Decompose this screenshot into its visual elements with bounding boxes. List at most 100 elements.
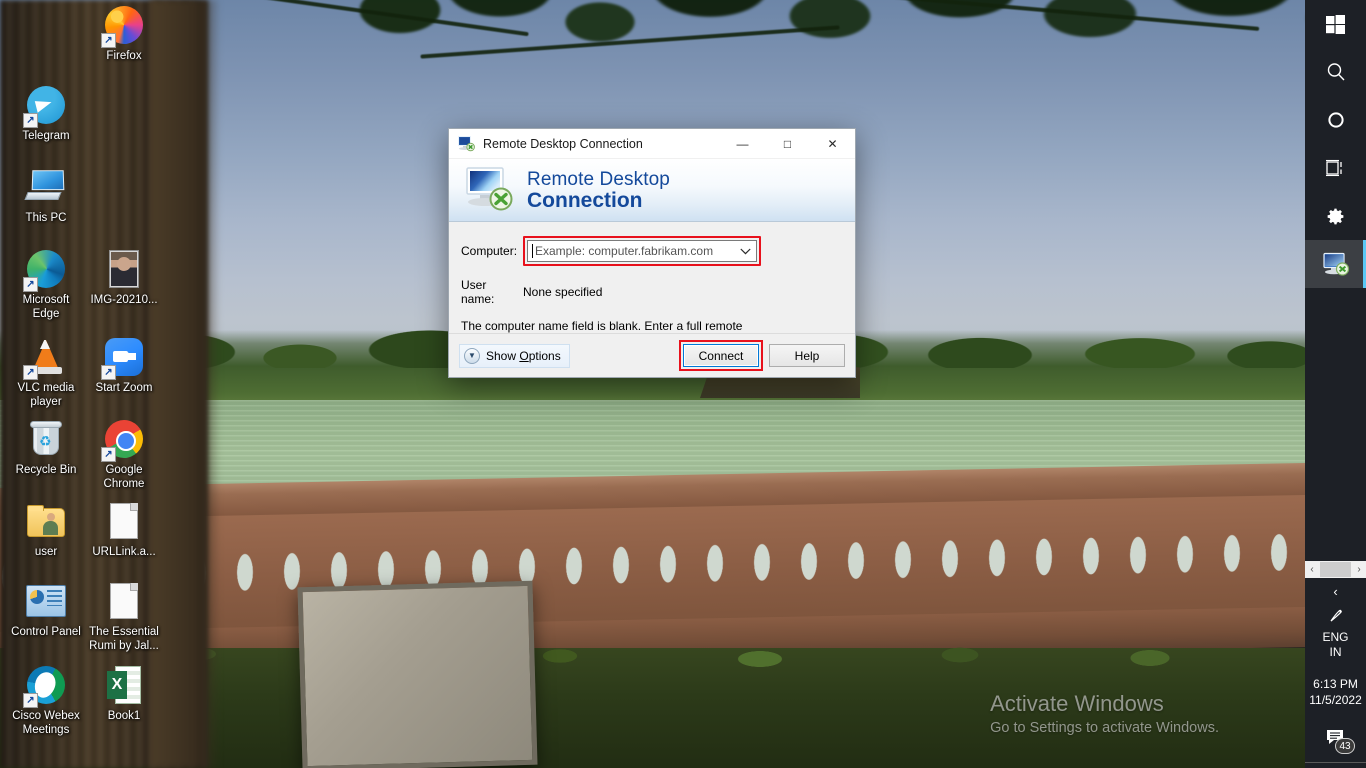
- taskbar-scrollbar[interactable]: ‹ ›: [1305, 561, 1366, 578]
- show-options-button[interactable]: ▼ Show Options: [459, 343, 570, 368]
- windows-logo-icon: [1326, 14, 1345, 34]
- minimize-button[interactable]: —: [720, 129, 765, 159]
- desktop-icon-vlc-media-player[interactable]: VLC media player: [8, 336, 84, 409]
- shortcut-arrow-icon: [101, 365, 116, 380]
- desktop-icon-urllink-a[interactable]: URLLink.a...: [86, 500, 162, 560]
- dialog-footer: ▼ Show Options Connect Help: [449, 333, 855, 377]
- scroll-thumb[interactable]: [1320, 562, 1351, 577]
- username-value: None specified: [523, 285, 603, 299]
- connect-button-highlight: Connect: [679, 340, 763, 371]
- search-button[interactable]: [1305, 48, 1366, 96]
- desktop-icon-label: Control Panel: [11, 626, 81, 638]
- remote-desktop-title-icon: [458, 135, 476, 152]
- desktop[interactable]: Firefox Telegram This PC Microsoft Edge IMG-…: [0, 0, 1305, 768]
- rdc-taskbar-button[interactable]: [1305, 240, 1366, 288]
- clock-time: 6:13 PM: [1313, 677, 1358, 691]
- computer-placeholder-text: Example: computer.fabrikam.com: [535, 244, 714, 258]
- desktop-icon-label: Firefox: [106, 50, 142, 62]
- shortcut-arrow-icon: [23, 113, 38, 128]
- pen-icon[interactable]: [1327, 604, 1345, 628]
- edge-icon: [23, 248, 67, 292]
- dialog-title-bar[interactable]: Remote Desktop Connection — □ ✕: [449, 129, 855, 159]
- action-center-button[interactable]: 43: [1305, 716, 1366, 762]
- firefox-icon: [101, 4, 145, 48]
- desktop-icon-microsoft-edge[interactable]: Microsoft Edge: [8, 248, 84, 321]
- photo-icon: [103, 248, 145, 290]
- desktop-icon-img-20210[interactable]: IMG-20210...: [86, 248, 162, 308]
- connect-button[interactable]: Connect: [683, 344, 759, 367]
- username-label: User name:: [461, 278, 495, 306]
- desktop-icon-label: Start Zoom: [95, 382, 153, 394]
- computer-row: Computer: Example: computer.fabrikam.com: [461, 236, 843, 266]
- webex-icon: [23, 664, 67, 708]
- computer-label: Computer:: [461, 244, 518, 258]
- username-row: User name: None specified: [461, 278, 843, 306]
- remote-desktop-connection-dialog[interactable]: Remote Desktop Connection — □ ✕ Remote D…: [448, 128, 856, 378]
- desktop-icon-recycle-bin[interactable]: ♻ Recycle Bin: [8, 418, 84, 478]
- notification-count-badge: 43: [1335, 738, 1355, 754]
- dialog-header-banner: Remote Desktop Connection: [449, 159, 855, 222]
- maximize-button[interactable]: □: [765, 129, 810, 159]
- dialog-header-line1: Remote Desktop: [527, 168, 670, 190]
- desktop-icon-label: Book1: [107, 710, 141, 722]
- cortana-circle-icon: [1327, 111, 1345, 129]
- scroll-right-arrow[interactable]: ›: [1353, 564, 1365, 575]
- language-line2: IN: [1329, 645, 1342, 659]
- shortcut-arrow-icon: [23, 365, 38, 380]
- desktop-icon-control-panel[interactable]: Control Panel: [8, 580, 84, 640]
- chrome-icon: [101, 418, 145, 462]
- chevron-down-circle-icon: ▼: [464, 347, 480, 364]
- desktop-icon-firefox[interactable]: Firefox: [86, 4, 162, 64]
- desktop-icon-this-pc[interactable]: This PC: [8, 166, 84, 226]
- desktop-icon-label: user: [34, 546, 58, 558]
- desktop-icon-start-zoom[interactable]: Start Zoom: [86, 336, 162, 396]
- scroll-left-arrow[interactable]: ‹: [1306, 564, 1318, 575]
- desktop-icon-google-chrome[interactable]: Google Chrome: [86, 418, 162, 491]
- desktop-icon-label: This PC: [25, 212, 67, 224]
- dialog-body: Computer: Example: computer.fabrikam.com…: [449, 222, 855, 350]
- desktop-icon-book1[interactable]: X Book1: [86, 664, 162, 724]
- chevron-down-icon[interactable]: [738, 244, 752, 258]
- desktop-icon-label: Recycle Bin: [15, 464, 77, 476]
- shortcut-arrow-icon: [23, 693, 38, 708]
- telegram-icon: [23, 84, 67, 128]
- start-button[interactable]: [1305, 0, 1366, 48]
- help-button[interactable]: Help: [769, 344, 845, 367]
- desktop-icon-label: Telegram: [22, 130, 70, 142]
- clock[interactable]: 6:13 PM 11/5/2022: [1305, 666, 1366, 716]
- desktop-icon-the-essential-rumi-by-jal[interactable]: The Essential Rumi by Jal...: [86, 580, 162, 653]
- desktop-icon-telegram[interactable]: Telegram: [8, 84, 84, 144]
- desktop-icon-label: IMG-20210...: [90, 294, 158, 306]
- shortcut-arrow-icon: [23, 277, 38, 292]
- recycle-icon: ♻: [25, 418, 67, 460]
- desktop-icon-label: The Essential Rumi by Jal...: [89, 626, 159, 652]
- vlc-icon: [23, 336, 67, 380]
- show-desktop-button[interactable]: [1305, 762, 1366, 768]
- clock-date: 11/5/2022: [1309, 693, 1362, 707]
- computer-input[interactable]: Example: computer.fabrikam.com: [527, 240, 757, 262]
- cpanel-icon: [25, 580, 67, 622]
- computer-field-highlight: Example: computer.fabrikam.com: [523, 236, 761, 266]
- cortana-button[interactable]: [1305, 96, 1366, 144]
- settings-button[interactable]: [1305, 192, 1366, 240]
- shortcut-arrow-icon: [101, 447, 116, 462]
- show-hidden-icons-button[interactable]: ‹: [1305, 578, 1366, 604]
- remote-desktop-icon: [1322, 252, 1350, 276]
- desktop-icon-label: URLLink.a...: [92, 546, 156, 558]
- language-indicator[interactable]: ENG IN: [1305, 628, 1366, 666]
- language-line1: ENG: [1322, 630, 1349, 644]
- close-button[interactable]: ✕: [810, 129, 855, 159]
- task-view-button[interactable]: [1305, 144, 1366, 192]
- task-view-icon: [1325, 159, 1346, 177]
- desktop-icon-cisco-webex-meetings[interactable]: Cisco Webex Meetings: [8, 664, 84, 737]
- desktop-icon-user[interactable]: user: [8, 500, 84, 560]
- taskbar[interactable]: ‹ › ‹ ENG IN 6:13 PM 11/5/2022 43: [1305, 0, 1366, 768]
- file-icon: [103, 500, 145, 542]
- gear-icon: [1325, 206, 1346, 227]
- desktop-icon-label: Google Chrome: [103, 464, 145, 490]
- dialog-title: Remote Desktop Connection: [483, 136, 643, 151]
- wallpaper-signboard: [297, 580, 538, 768]
- text-caret: [532, 244, 533, 258]
- excel-icon: X: [103, 664, 145, 706]
- file-icon: [103, 580, 145, 622]
